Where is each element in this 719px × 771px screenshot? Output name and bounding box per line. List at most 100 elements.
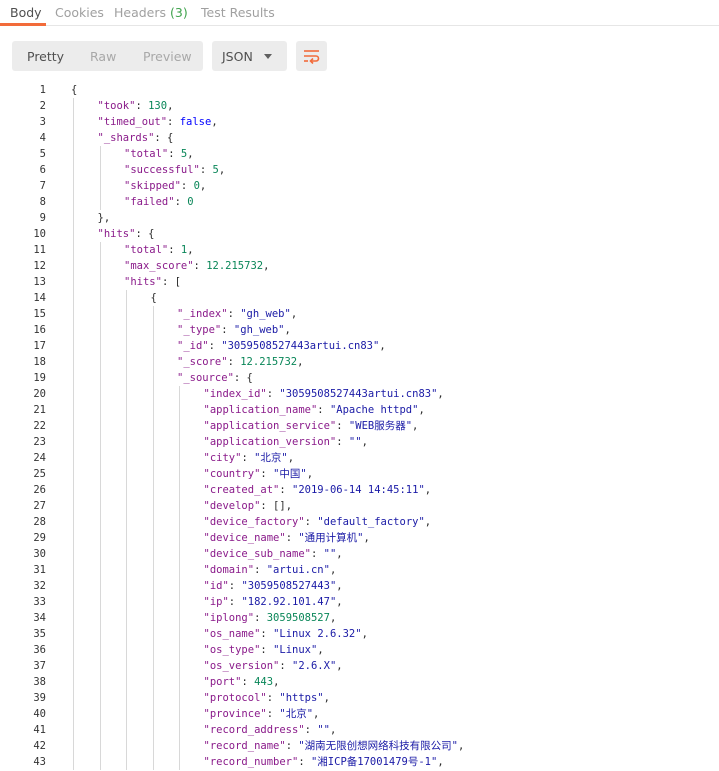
code-token: : xyxy=(260,468,274,480)
line-number: 41 xyxy=(33,724,46,736)
code-token: , xyxy=(287,452,295,464)
code-token: 443 xyxy=(254,676,274,688)
code-line: "ip": "182.92.101.47", xyxy=(204,594,343,610)
code-token: "_score" xyxy=(177,356,228,368)
code-line: "os_name": "Linux 2.6.32", xyxy=(204,626,368,642)
line-number: 27 xyxy=(33,500,46,512)
code-line: "protocol": "https", xyxy=(204,690,330,706)
format-dropdown[interactable]: JSON xyxy=(212,41,287,71)
tab-test-results[interactable]: Test Results xyxy=(201,5,275,20)
code-token: false xyxy=(179,116,212,128)
indent-guide xyxy=(126,290,127,770)
code-token: "timed_out" xyxy=(97,116,168,128)
line-number: 29 xyxy=(33,532,46,544)
code-line: "_type": "gh_web", xyxy=(177,322,291,338)
preview-button[interactable]: Preview xyxy=(143,49,192,64)
code-line: "took": 130, xyxy=(98,98,174,114)
code-token: "failed" xyxy=(124,196,175,208)
line-number: 21 xyxy=(33,404,46,416)
code-token: , xyxy=(361,628,368,640)
code-token: , xyxy=(263,260,270,272)
code-line: "_score": 12.215732, xyxy=(177,354,303,370)
code-token: , xyxy=(313,708,320,720)
code-line: }, xyxy=(98,210,111,226)
code-line: "hits": { xyxy=(98,226,155,242)
code-token: "北京" xyxy=(279,708,314,720)
code-token: "index_id" xyxy=(203,388,267,400)
code-token: , xyxy=(424,484,432,496)
code-line: "application_version": "", xyxy=(204,434,368,450)
line-number: 15 xyxy=(33,308,46,320)
active-tab-indicator xyxy=(0,23,46,26)
code-token: : { xyxy=(154,132,174,144)
code-token: "_type" xyxy=(177,324,222,336)
tab-body[interactable]: Body xyxy=(10,5,42,20)
line-number: 17 xyxy=(33,340,46,352)
code-line: "port": 443, xyxy=(204,674,280,690)
line-number: 18 xyxy=(33,356,46,368)
code-token: "os_type" xyxy=(203,644,261,656)
view-mode-selector: Pretty Raw Preview xyxy=(12,41,203,71)
code-token: "port" xyxy=(203,676,242,688)
code-token: : xyxy=(254,612,267,624)
code-token: : xyxy=(174,196,188,208)
code-token: , xyxy=(187,244,194,256)
code-token: "device_name" xyxy=(203,532,286,544)
code-line: "index_id": "3059508527443artui.cn83", xyxy=(204,386,444,402)
code-token: : { xyxy=(135,228,155,240)
line-number: 42 xyxy=(33,740,46,752)
code-token: : xyxy=(208,340,222,352)
code-token: "province" xyxy=(203,708,267,720)
line-number: 1 xyxy=(39,84,46,96)
line-number: 22 xyxy=(33,420,46,432)
code-token: , xyxy=(336,548,343,560)
code-token: "record_address" xyxy=(203,724,305,736)
headers-count-badge: (3) xyxy=(170,5,188,20)
code-token: : xyxy=(199,164,213,176)
code-line: "_shards": { xyxy=(98,130,174,146)
code-token: : xyxy=(241,452,255,464)
code-line: "province": "北京", xyxy=(204,706,320,722)
code-line: "total": 1, xyxy=(124,242,194,258)
code-token: , xyxy=(329,564,337,576)
code-token: : xyxy=(285,740,299,752)
tab-cookies[interactable]: Cookies xyxy=(55,5,104,20)
code-token: "created_at" xyxy=(203,484,280,496)
code-token: : { xyxy=(233,372,253,384)
code-token: , xyxy=(211,116,218,128)
code-token: "record_name" xyxy=(203,740,286,752)
response-body-viewer[interactable]: 1{2 "took": 130, 3 "timed_out": false, 4 "_sh… xyxy=(0,82,719,771)
code-token: "WEB服务器" xyxy=(348,420,413,432)
code-line: "application_service": "WEB服务器", xyxy=(204,418,419,434)
code-token: "artui.cn" xyxy=(266,564,330,576)
code-token: "" xyxy=(323,548,337,560)
code-token: "max_score" xyxy=(124,260,194,272)
code-token: , xyxy=(290,308,298,320)
code-token: , xyxy=(323,692,330,704)
chevron-down-icon xyxy=(264,54,272,59)
code-token: : xyxy=(227,308,241,320)
line-number: 10 xyxy=(33,228,46,240)
code-token: "2.6.X" xyxy=(292,660,337,672)
code-token: , xyxy=(336,580,343,592)
code-token: "successful" xyxy=(124,164,200,176)
line-number: 35 xyxy=(33,628,46,640)
tab-headers[interactable]: Headers (3) xyxy=(114,5,188,20)
code-token: { xyxy=(150,292,157,304)
wrap-lines-button[interactable] xyxy=(296,41,327,71)
code-token: "3059508527443artui.cn83" xyxy=(221,340,380,352)
code-line: "timed_out": false, xyxy=(98,114,218,130)
code-token: : xyxy=(260,628,274,640)
format-dropdown-value: JSON xyxy=(222,49,253,64)
pretty-button[interactable]: Pretty xyxy=(27,49,64,64)
code-token: "北京" xyxy=(254,452,288,464)
code-token: , xyxy=(329,612,337,624)
code-token: , xyxy=(458,740,465,752)
code-line: "_source": { xyxy=(177,370,253,386)
code-token: { xyxy=(71,84,78,96)
code-token: "develop" xyxy=(203,500,261,512)
code-line: "country": "中国", xyxy=(204,466,314,482)
code-token: , xyxy=(437,756,444,768)
raw-button[interactable]: Raw xyxy=(90,49,116,64)
code-token: "hits" xyxy=(124,276,162,288)
